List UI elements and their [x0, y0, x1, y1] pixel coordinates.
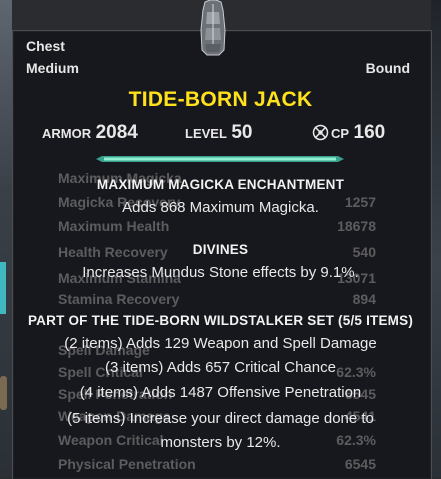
- level-label: LEVEL: [185, 126, 227, 141]
- item-slot-type: Chest: [26, 38, 65, 54]
- trait-title: DIVINES: [192, 242, 249, 257]
- set-title: PART OF THE TIDE-BORN WILDSTALKER SET (5…: [27, 313, 414, 328]
- background-stat-row: Maximum Health 18678: [58, 218, 376, 234]
- trait-description: Increases Mundus Stone effects by 9.1%.: [82, 264, 359, 281]
- background-stat-row: Physical Penetration 6545: [58, 456, 376, 472]
- set-bonus-5-continued: monsters by 12%.: [160, 434, 281, 451]
- set-bonus-2: (2 items) Adds 129 Weapon and Spell Dama…: [64, 335, 377, 352]
- item-bind-status: Bound: [365, 60, 410, 76]
- set-bonus-5: (5 items) Increase your direct damage do…: [67, 410, 374, 427]
- armor-stat: ARMOR 2084: [42, 122, 138, 144]
- set-bonus-3: (3 items) Adds 657 Critical Chance: [105, 359, 336, 376]
- champion-points-icon: [312, 124, 329, 141]
- enchantment-title: MAXIMUM MAGICKA ENCHANTMENT: [96, 177, 345, 192]
- cp-value: 160: [353, 122, 386, 143]
- background-stat-row: Stamina Recovery 894: [58, 291, 376, 307]
- set-bonus-4: (4 items) Adds 1487 Offensive Penetratio…: [79, 384, 362, 401]
- cp-label: CP: [331, 126, 350, 141]
- background-scene-right: [431, 0, 441, 478]
- champion-points-stat: CP 160: [312, 122, 385, 144]
- armor-label: ARMOR: [42, 126, 92, 141]
- level-value: 50: [231, 122, 253, 143]
- armor-value: 2084: [95, 122, 138, 143]
- item-armor-weight: Medium: [26, 60, 79, 76]
- item-name: TIDE-BORN JACK: [128, 88, 313, 111]
- stat-divider: [96, 156, 344, 162]
- chest-armor-icon: [200, 0, 226, 56]
- background-scene-left: [0, 0, 12, 478]
- level-stat: LEVEL 50: [185, 122, 253, 144]
- enchantment-description: Adds 868 Maximum Magicka.: [122, 199, 319, 216]
